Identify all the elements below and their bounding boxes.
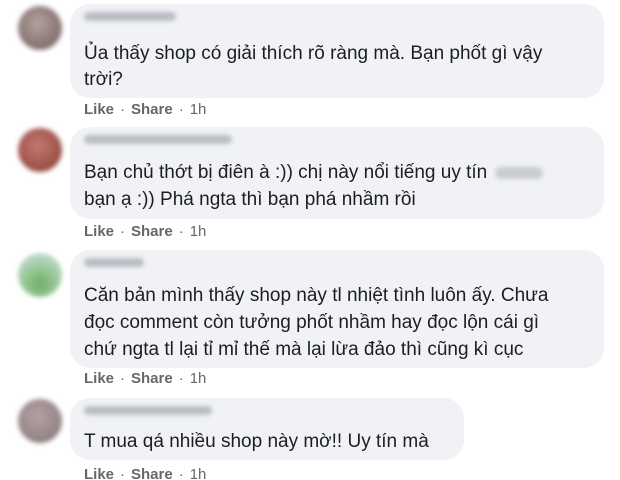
comment-text-line: chứ ngta tl lại tỉ mỉ thế mà lại lừa đảo… bbox=[84, 339, 524, 360]
comment-author-name[interactable] bbox=[84, 258, 144, 267]
separator: · bbox=[120, 370, 126, 387]
avatar[interactable] bbox=[18, 6, 62, 50]
timestamp[interactable]: 1h bbox=[190, 466, 207, 480]
share-button[interactable]: Share bbox=[131, 370, 173, 387]
comment-author-name[interactable] bbox=[84, 406, 212, 415]
comment-text-line: Ủa thấy shop có giải thích rõ ràng mà. B… bbox=[84, 43, 543, 64]
avatar[interactable] bbox=[18, 399, 62, 443]
like-button[interactable]: Like bbox=[84, 466, 114, 480]
comment-text-line: đọc comment còn tưởng phốt nhầm hay đọc … bbox=[84, 312, 540, 333]
comment-bubble: Thu Ngọc Lương Ủa thấy shop có giải thíc… bbox=[70, 4, 604, 98]
comment-bubble: Thùy Linh Căn bản mình thấy shop này tl … bbox=[70, 250, 604, 368]
separator: · bbox=[178, 370, 184, 387]
separator: · bbox=[178, 223, 184, 240]
like-button[interactable]: Like bbox=[84, 101, 114, 118]
timestamp[interactable]: 1h bbox=[190, 370, 207, 387]
like-button[interactable]: Like bbox=[84, 223, 114, 240]
share-button[interactable]: Share bbox=[131, 223, 173, 240]
comment-bubble: Thủy Hoàng Vũ T mua qá nhiều shop này mờ… bbox=[70, 398, 464, 460]
separator: · bbox=[120, 101, 126, 118]
comment-text-line: bạn ạ :)) Phá ngta thì bạn phá nhầm rồi bbox=[84, 189, 416, 210]
like-button[interactable]: Like bbox=[84, 370, 114, 387]
comment-actions: Like · Share · 1h bbox=[84, 466, 206, 480]
comment-text-line: T mua qá nhiều shop này mờ!! Uy tín mà bbox=[84, 431, 429, 452]
comment-text-line: trời? bbox=[84, 69, 123, 90]
comment-text-line: Căn bản mình thấy shop này tl nhiệt tình… bbox=[84, 285, 549, 306]
avatar[interactable] bbox=[18, 253, 62, 297]
comment-author-name[interactable] bbox=[84, 135, 232, 144]
share-button[interactable]: Share bbox=[131, 466, 173, 480]
separator: · bbox=[178, 466, 184, 480]
separator: · bbox=[120, 223, 126, 240]
avatar[interactable] bbox=[18, 128, 62, 172]
comment-bubble: Nguyễn Minh Phúc Bạn chủ thớt bị điên à … bbox=[70, 127, 604, 219]
redacted-mark bbox=[495, 166, 544, 179]
comment-actions: Like · Share · 1h bbox=[84, 101, 206, 119]
comment-actions: Like · Share · 1h bbox=[84, 370, 206, 388]
timestamp[interactable]: 1h bbox=[190, 223, 207, 240]
separator: · bbox=[120, 466, 126, 480]
separator: · bbox=[178, 101, 184, 118]
comment-text-line: Bạn chủ thớt bị điên à :)) chị này nổi t… bbox=[84, 159, 544, 187]
timestamp[interactable]: 1h bbox=[190, 101, 207, 118]
comment-author-name[interactable] bbox=[84, 12, 176, 21]
comment-actions: Like · Share · 1h bbox=[84, 223, 206, 241]
share-button[interactable]: Share bbox=[131, 101, 173, 118]
